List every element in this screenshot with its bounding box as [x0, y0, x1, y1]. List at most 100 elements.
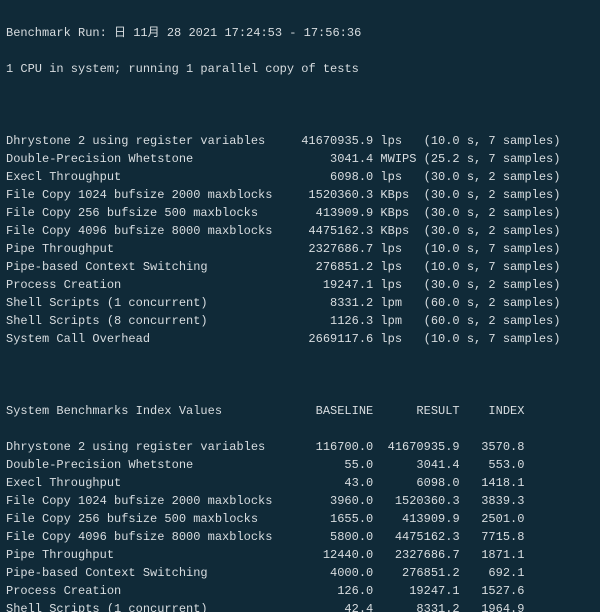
- test-timing: (10.0 s, 7 samples): [416, 258, 589, 276]
- raw-row: File Copy 256 bufsize 500 maxblocks41390…: [6, 204, 594, 222]
- raw-row: Execl Throughput6098.0 lps(30.0 s, 2 sam…: [6, 168, 594, 186]
- test-unit: lps: [373, 132, 416, 150]
- test-baseline: 5800.0: [301, 528, 373, 546]
- test-result: 413909.9: [373, 510, 459, 528]
- test-value: 1126.3: [301, 312, 373, 330]
- test-value: 276851.2: [301, 258, 373, 276]
- index-header-name: System Benchmarks Index Values: [6, 402, 301, 420]
- index-row: Process Creation126.019247.11527.6: [6, 582, 594, 600]
- test-timing: (10.0 s, 7 samples): [416, 240, 589, 258]
- test-result: 8331.2: [373, 600, 459, 612]
- test-result: 19247.1: [373, 582, 459, 600]
- run-prefix: Benchmark Run:: [6, 24, 114, 42]
- test-result: 2327686.7: [373, 546, 459, 564]
- test-result: 41670935.9: [373, 438, 459, 456]
- test-timing: (10.0 s, 7 samples): [416, 330, 589, 348]
- raw-row: Shell Scripts (8 concurrent)1126.3 lpm(6…: [6, 312, 594, 330]
- test-index: 2501.0: [460, 510, 525, 528]
- raw-results-block: Dhrystone 2 using register variables4167…: [6, 132, 594, 348]
- raw-row: System Call Overhead2669117.6 lps(10.0 s…: [6, 330, 594, 348]
- test-name: File Copy 4096 bufsize 8000 maxblocks: [6, 222, 301, 240]
- test-unit: lps: [373, 168, 416, 186]
- test-value: 6098.0: [301, 168, 373, 186]
- test-baseline: 43.0: [301, 474, 373, 492]
- index-header-baseline: BASELINE: [301, 402, 373, 420]
- test-index: 7715.8: [460, 528, 525, 546]
- test-baseline: 12440.0: [301, 546, 373, 564]
- test-result: 1520360.3: [373, 492, 459, 510]
- test-unit: lpm: [373, 312, 416, 330]
- test-baseline: 116700.0: [301, 438, 373, 456]
- test-name: File Copy 256 bufsize 500 maxblocks: [6, 204, 301, 222]
- raw-row: Pipe Throughput2327686.7 lps(10.0 s, 7 s…: [6, 240, 594, 258]
- test-value: 41670935.9: [301, 132, 373, 150]
- raw-row: Pipe-based Context Switching276851.2 lps…: [6, 258, 594, 276]
- index-row: Double-Precision Whetstone55.03041.4553.…: [6, 456, 594, 474]
- terminal-output: Benchmark Run: 日 11月 28 2021 17:24:53 - …: [0, 0, 600, 612]
- test-timing: (30.0 s, 2 samples): [416, 186, 589, 204]
- test-timing: (60.0 s, 2 samples): [416, 312, 589, 330]
- test-name: Pipe Throughput: [6, 240, 301, 258]
- test-name: System Call Overhead: [6, 330, 301, 348]
- raw-row: File Copy 1024 bufsize 2000 maxblocks152…: [6, 186, 594, 204]
- index-row: File Copy 1024 bufsize 2000 maxblocks396…: [6, 492, 594, 510]
- test-index: 1527.6: [460, 582, 525, 600]
- test-name: Pipe-based Context Switching: [6, 258, 301, 276]
- index-row: Pipe-based Context Switching4000.0276851…: [6, 564, 594, 582]
- raw-row: Process Creation19247.1 lps(30.0 s, 2 sa…: [6, 276, 594, 294]
- test-result: 4475162.3: [373, 528, 459, 546]
- test-value: 2669117.6: [301, 330, 373, 348]
- index-row: Execl Throughput43.06098.01418.1: [6, 474, 594, 492]
- test-unit: lps: [373, 240, 416, 258]
- index-row: File Copy 256 bufsize 500 maxblocks1655.…: [6, 510, 594, 528]
- test-value: 8331.2: [301, 294, 373, 312]
- test-value: 19247.1: [301, 276, 373, 294]
- test-name: Pipe Throughput: [6, 546, 301, 564]
- index-results-block: Dhrystone 2 using register variables1167…: [6, 438, 594, 612]
- test-unit: lpm: [373, 294, 416, 312]
- test-baseline: 1655.0: [301, 510, 373, 528]
- test-unit: KBps: [373, 186, 416, 204]
- benchmark-run-line: Benchmark Run: 日 11月 28 2021 17:24:53 - …: [6, 24, 594, 42]
- test-value: 3041.4: [301, 150, 373, 168]
- test-name: Double-Precision Whetstone: [6, 456, 301, 474]
- test-value: 4475162.3: [301, 222, 373, 240]
- raw-row: File Copy 4096 bufsize 8000 maxblocks447…: [6, 222, 594, 240]
- index-row: Shell Scripts (1 concurrent)42.48331.219…: [6, 600, 594, 612]
- test-name: Double-Precision Whetstone: [6, 150, 301, 168]
- test-name: Execl Throughput: [6, 168, 301, 186]
- test-value: 1520360.3: [301, 186, 373, 204]
- test-baseline: 126.0: [301, 582, 373, 600]
- raw-row: Double-Precision Whetstone3041.4 MWIPS(2…: [6, 150, 594, 168]
- raw-row: Dhrystone 2 using register variables4167…: [6, 132, 594, 150]
- test-name: Shell Scripts (1 concurrent): [6, 600, 301, 612]
- test-baseline: 55.0: [301, 456, 373, 474]
- test-index: 1418.1: [460, 474, 525, 492]
- test-result: 3041.4: [373, 456, 459, 474]
- test-baseline: 3960.0: [301, 492, 373, 510]
- test-timing: (30.0 s, 2 samples): [416, 204, 589, 222]
- test-unit: lps: [373, 330, 416, 348]
- test-timing: (10.0 s, 7 samples): [416, 132, 589, 150]
- test-unit: MWIPS: [373, 150, 416, 168]
- cpu-line: 1 CPU in system; running 1 parallel copy…: [6, 60, 594, 78]
- test-name: Execl Throughput: [6, 474, 301, 492]
- test-result: 6098.0: [373, 474, 459, 492]
- test-name: Dhrystone 2 using register variables: [6, 438, 301, 456]
- test-name: Process Creation: [6, 276, 301, 294]
- blank-line: [6, 366, 594, 384]
- test-value: 413909.9: [301, 204, 373, 222]
- test-name: Shell Scripts (1 concurrent): [6, 294, 301, 312]
- test-name: Dhrystone 2 using register variables: [6, 132, 301, 150]
- test-timing: (30.0 s, 2 samples): [416, 222, 589, 240]
- test-timing: (60.0 s, 2 samples): [416, 294, 589, 312]
- index-row: File Copy 4096 bufsize 8000 maxblocks580…: [6, 528, 594, 546]
- index-header-index: INDEX: [460, 402, 525, 420]
- test-name: Pipe-based Context Switching: [6, 564, 301, 582]
- blank-line: [6, 96, 594, 114]
- test-name: File Copy 4096 bufsize 8000 maxblocks: [6, 528, 301, 546]
- test-index: 3570.8: [460, 438, 525, 456]
- test-index: 3839.3: [460, 492, 525, 510]
- index-row: Pipe Throughput12440.02327686.71871.1: [6, 546, 594, 564]
- raw-row: Shell Scripts (1 concurrent)8331.2 lpm(6…: [6, 294, 594, 312]
